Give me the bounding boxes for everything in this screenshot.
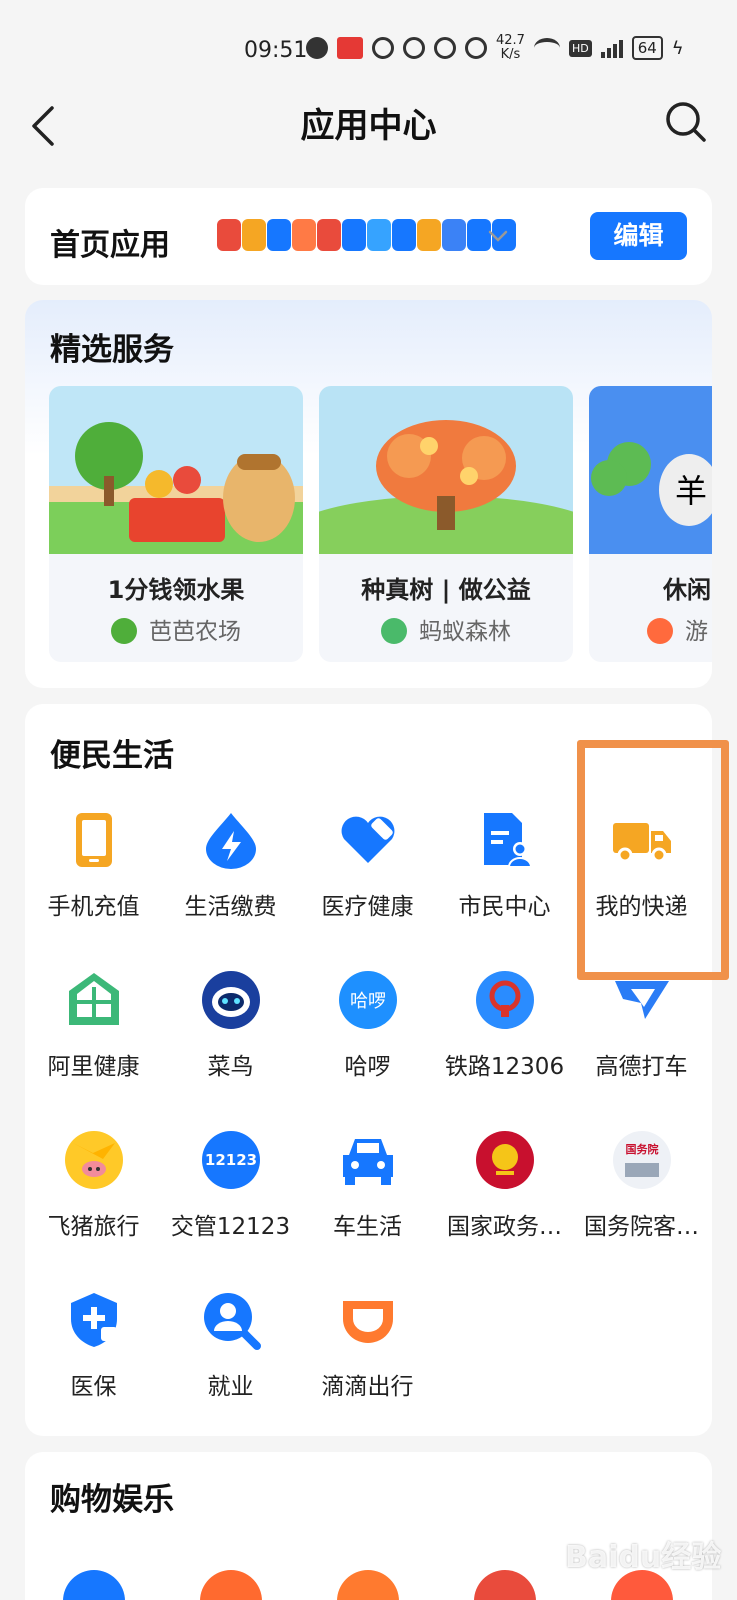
status-icons: 42.7 K/s HD 64 ϟ	[306, 34, 684, 62]
shopping-app-icon[interactable]	[474, 1570, 536, 1600]
heart-icon	[341, 816, 394, 863]
home-app-mini-icon	[317, 219, 341, 251]
home-app-mini-icon	[367, 219, 391, 251]
phone-icon	[75, 813, 112, 867]
app-item-medical-insurance[interactable]: 医保	[25, 1289, 162, 1401]
featured-tile-tree[interactable]: 种真树 | 做公益 蚂蚁森林	[319, 386, 573, 662]
featured-tile-title: 1分钱领水果	[107, 576, 245, 604]
ali-health-icon	[68, 973, 119, 1025]
status-bar: 09:51 42.7 K/s HD 64 ϟ	[0, 0, 737, 96]
featured-tile-title: 休闲	[663, 576, 711, 604]
eye-icon	[403, 37, 425, 59]
charging-icon: ϟ	[671, 37, 684, 59]
home-app-mini-icon	[442, 219, 466, 251]
n-icon	[434, 37, 456, 59]
home-apps-label: 首页应用	[50, 228, 170, 263]
home-app-mini-icon	[392, 219, 416, 251]
app-item-cainiao[interactable]: 菜鸟	[162, 969, 299, 1081]
featured-tile-title: 种真树 | 做公益	[361, 576, 531, 604]
home-app-mini-icon	[217, 219, 241, 251]
home-app-mini-icon	[417, 219, 441, 251]
status-time: 09:51	[244, 38, 308, 63]
app-item-citizen-center[interactable]: 市民中心	[436, 809, 573, 921]
home-app-mini-icon	[242, 219, 266, 251]
featured-tile-casual[interactable]: 羊 休闲 游	[589, 386, 712, 662]
lightning-drop-icon	[205, 813, 256, 869]
traffic-icon: 12123	[201, 1131, 260, 1189]
wechat-icon	[306, 37, 328, 59]
hd-badge: HD	[568, 39, 592, 57]
edit-button[interactable]: 编辑	[590, 212, 687, 260]
app-item-didi[interactable]: 滴滴出行	[299, 1289, 436, 1401]
app-item-hello[interactable]: 哈啰 哈啰	[299, 969, 436, 1081]
notification-icon	[337, 37, 363, 59]
home-app-mini-icon	[342, 219, 366, 251]
highlight-box	[577, 740, 729, 980]
svg-text:哈啰: 哈啰	[350, 991, 386, 1012]
featured-tile-source: 游	[589, 612, 712, 646]
railway-icon	[475, 971, 534, 1029]
app-item-traffic-12123[interactable]: 12123 交管12123	[162, 1129, 299, 1241]
home-app-mini-icon	[292, 219, 316, 251]
emblem-icon	[475, 1131, 534, 1189]
app-item-car-life[interactable]: 车生活	[299, 1129, 436, 1241]
fliggy-icon	[64, 1131, 123, 1189]
alarm-icon	[465, 37, 487, 59]
home-apps-card[interactable]: 首页应用 编辑	[25, 188, 712, 285]
didi-icon	[342, 1301, 393, 1343]
home-apps-icon-strip	[217, 219, 517, 251]
featured-title: 精选服务	[50, 332, 174, 368]
game-icon	[647, 618, 673, 644]
app-item-national-gov-service[interactable]: 国家政务…	[436, 1129, 573, 1241]
fruit-farm-illustration	[49, 386, 303, 554]
featured-services-card: 精选服务 1分钱领水果 芭芭农场 种真树 | 做公益 蚂蚁森林 羊 休闲 游	[25, 300, 712, 688]
app-item-state-council[interactable]: 国务院 国务院客…	[573, 1129, 710, 1241]
baba-farm-icon	[111, 618, 137, 644]
app-item-utility-bills[interactable]: 生活缴费	[162, 809, 299, 921]
shopping-card: 购物娱乐	[25, 1452, 712, 1600]
nfc-ring-icon	[372, 37, 394, 59]
battery-icon: 64	[631, 36, 663, 60]
featured-tile-fruit[interactable]: 1分钱领水果 芭芭农场	[49, 386, 303, 662]
app-item-fliggy[interactable]: 飞猪旅行	[25, 1129, 162, 1241]
net-speed: 42.7 K/s	[496, 33, 525, 62]
employment-icon	[203, 1293, 261, 1350]
car-icon	[342, 1139, 393, 1185]
search-icon[interactable]	[664, 100, 708, 144]
chevron-down-icon[interactable]	[488, 226, 508, 246]
app-item-phone-recharge[interactable]: 手机充值	[25, 809, 162, 921]
wifi-icon	[533, 38, 560, 58]
shopping-app-icon[interactable]	[200, 1570, 262, 1600]
app-item-ali-health[interactable]: 阿里健康	[25, 969, 162, 1081]
medical-insurance-icon	[70, 1293, 117, 1347]
shopping-app-icon[interactable]	[337, 1570, 399, 1600]
cainiao-icon	[201, 971, 260, 1029]
featured-tile-source: 芭芭农场	[49, 612, 303, 646]
state-council-icon: 国务院	[612, 1131, 671, 1189]
ant-forest-icon	[381, 618, 407, 644]
signal-icon	[600, 38, 623, 58]
home-app-mini-icon	[267, 219, 291, 251]
page-title: 应用中心	[300, 106, 437, 146]
shopping-title: 购物娱乐	[50, 1482, 174, 1518]
featured-tile-source: 蚂蚁森林	[319, 612, 573, 646]
app-item-amap-taxi[interactable]: 高德打车	[573, 969, 710, 1081]
app-item-employment[interactable]: 就业	[162, 1289, 299, 1401]
shopping-app-icon[interactable]	[63, 1570, 125, 1600]
app-item-medical-health[interactable]: 医疗健康	[299, 809, 436, 921]
app-item-railway-12306[interactable]: 铁路12306	[436, 969, 573, 1081]
citizen-icon	[483, 813, 532, 868]
svg-text:12123: 12123	[204, 1151, 256, 1169]
svg-text:国务院: 国务院	[625, 1142, 658, 1156]
ant-forest-illustration	[319, 386, 573, 554]
hello-icon: 哈啰	[338, 971, 397, 1029]
svg-text:羊: 羊	[675, 472, 707, 510]
casual-game-illustration: 羊	[589, 386, 712, 554]
life-title: 便民生活	[50, 738, 174, 774]
watermark: Baidu经验	[565, 1540, 722, 1575]
